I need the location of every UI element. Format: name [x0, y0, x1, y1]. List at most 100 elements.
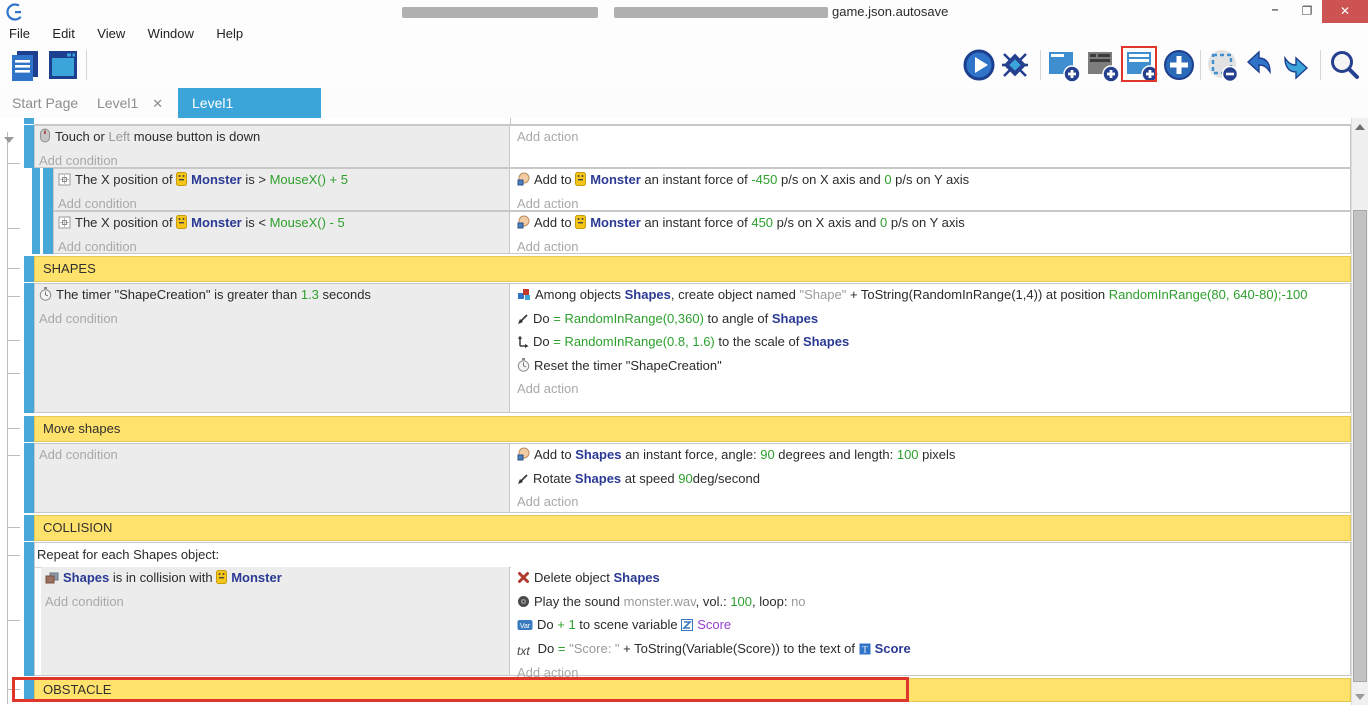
add-subevent-button[interactable] — [1124, 48, 1158, 84]
condition-line[interactable]: The X position of Monster is < MouseX() … — [58, 212, 505, 236]
action-line[interactable]: Do = RandomInRange(0,360) to angle of Sh… — [517, 308, 1342, 332]
condition-line[interactable]: Touch or Left mouse button is down — [39, 126, 505, 150]
vertical-scrollbar[interactable] — [1351, 118, 1368, 705]
group-header-shapes[interactable]: SHAPES — [34, 256, 1351, 282]
scroll-up-icon[interactable] — [1355, 124, 1365, 130]
event-text-segment: pixels — [919, 447, 956, 462]
action-line[interactable]: Delete object Shapes — [517, 567, 1342, 591]
redo-button[interactable] — [1279, 48, 1313, 84]
minimize-button[interactable]: – — [1258, 0, 1292, 23]
event-row[interactable]: Add condition Add to Shapes an instant fo… — [34, 443, 1351, 513]
scrollbar-thumb[interactable] — [1353, 210, 1367, 682]
add-event-button[interactable] — [1046, 48, 1080, 84]
undo-button[interactable] — [1242, 48, 1276, 84]
conditions-cell[interactable]: The timer "ShapeCreation" is greater tha… — [35, 284, 510, 412]
close-button[interactable]: ✕ — [1322, 0, 1368, 23]
action-line[interactable]: Do = RandomInRange(0.8, 1.6) to the scal… — [517, 331, 1342, 355]
condition-line[interactable]: Shapes is in collision with Monster — [45, 567, 505, 591]
conditions-cell[interactable]: Touch or Left mouse button is downAdd co… — [35, 126, 510, 167]
action-line[interactable]: VarDo + 1 to scene variable Score — [517, 614, 1342, 638]
group-header-obstacle[interactable]: OBSTACLE — [34, 678, 1351, 702]
monster-icon — [575, 171, 586, 193]
action-line[interactable]: Add to Shapes an instant force, angle: 9… — [517, 444, 1342, 468]
tab-level1[interactable]: Level1✕ — [97, 88, 163, 118]
action-line[interactable]: Add to Monster an instant force of 450 p… — [517, 212, 1342, 236]
menu-file[interactable]: File — [0, 24, 39, 43]
group-header-collision[interactable]: COLLISION — [34, 515, 1351, 541]
event-row[interactable]: The timer "ShapeCreation" is greater tha… — [34, 283, 1351, 413]
tab-start-page[interactable]: Start Page — [12, 88, 78, 118]
event-text-segment: The X position of — [75, 215, 176, 230]
add-comment-button[interactable] — [1085, 48, 1119, 84]
event-tree-tick — [7, 340, 20, 341]
menu-window[interactable]: Window — [139, 24, 203, 43]
events-sheet: Touch or Left mouse button is down Add co… — [0, 118, 1351, 705]
action-line[interactable]: Reset the timer "ShapeCreation" — [517, 355, 1342, 379]
add-condition-link[interactable]: Add condition — [58, 236, 505, 258]
action-line[interactable]: Among objects Shapes, create object name… — [517, 284, 1342, 308]
event-text-segment: + ToString(RandomInRange(1,4)) at positi… — [846, 287, 1108, 302]
menu-help[interactable]: Help — [207, 24, 252, 43]
conditions-cell[interactable]: Add condition — [35, 444, 510, 512]
action-line[interactable]: Play the sound monster.wav, vol.: 100, l… — [517, 591, 1342, 615]
event-text-segment: an instant force of — [641, 172, 752, 187]
actions-cell[interactable]: Add to Monster an instant force of -450 … — [511, 169, 1350, 210]
action-line[interactable]: txtDo = "Score: " + ToString(Variable(Sc… — [517, 638, 1342, 663]
event-text-segment: < — [258, 215, 269, 230]
add-action-link[interactable]: Add action — [517, 491, 1342, 513]
add-other-event-button[interactable] — [1162, 48, 1196, 84]
action-line[interactable]: Add to Monster an instant force of -450 … — [517, 169, 1342, 193]
actions-cell[interactable]: Among objects Shapes, create object name… — [511, 284, 1350, 412]
event-text-segment: monster.wav — [624, 594, 696, 609]
monster-icon — [176, 214, 187, 236]
menu-view[interactable]: View — [88, 24, 134, 43]
actions-cell[interactable]: Add to Monster an instant force of 450 p… — [511, 212, 1350, 253]
foreach-header[interactable]: Repeat for each Shapes object: — [35, 543, 1350, 568]
scroll-down-icon[interactable] — [1355, 694, 1365, 700]
actions-cell[interactable]: Delete object ShapesPlay the sound monst… — [511, 567, 1350, 675]
event-text-segment: p/s on Y axis — [892, 172, 970, 187]
add-condition-link[interactable]: Add condition — [39, 308, 505, 330]
maximize-button[interactable]: ❐ — [1292, 0, 1322, 23]
add-action-link[interactable]: Add action — [517, 378, 1342, 400]
tab-level1-events[interactable]: Level1 (Events)✕ — [178, 88, 321, 118]
monster-icon — [216, 569, 227, 591]
event-text-segment: Monster — [590, 215, 641, 230]
force-icon — [517, 214, 530, 236]
collapse-arrow-icon[interactable] — [4, 137, 14, 143]
event-row[interactable]: The X position of Monster is < MouseX() … — [53, 211, 1351, 254]
event-row[interactable]: The X position of Monster is > MouseX() … — [53, 168, 1351, 211]
delete-icon — [517, 569, 530, 591]
add-action-link[interactable]: Add action — [517, 236, 1342, 258]
event-row[interactable]: Repeat for each Shapes object:Shapes is … — [34, 542, 1351, 676]
conditions-cell[interactable]: The X position of Monster is > MouseX() … — [54, 169, 510, 210]
actions-cell[interactable]: Add to Shapes an instant force, angle: 9… — [511, 444, 1350, 512]
add-condition-link[interactable]: Add condition — [39, 444, 505, 466]
event-row[interactable]: Touch or Left mouse button is downAdd co… — [34, 125, 1351, 168]
actions-cell[interactable]: Add action — [511, 126, 1350, 167]
project-manager-button[interactable] — [8, 48, 42, 84]
force-icon — [517, 171, 530, 193]
start-page-button[interactable] — [46, 48, 80, 84]
play-button[interactable] — [962, 48, 996, 84]
event-text-segment: + 1 — [557, 617, 575, 632]
event-tree-tick — [7, 373, 20, 374]
group-header-move-shapes[interactable]: Move shapes — [34, 416, 1351, 442]
add-condition-link[interactable]: Add condition — [45, 591, 505, 613]
conditions-cell[interactable]: The X position of Monster is < MouseX() … — [54, 212, 510, 253]
event-text-segment: "Shape" — [800, 287, 847, 302]
menu-edit[interactable]: Edit — [43, 24, 83, 43]
condition-line[interactable]: The X position of Monster is > MouseX() … — [58, 169, 505, 193]
debug-button[interactable] — [998, 48, 1032, 84]
conditions-cell[interactable]: Shapes is in collision with MonsterAdd c… — [41, 567, 510, 675]
action-line[interactable]: Rotate Shapes at speed 90deg/second — [517, 468, 1342, 492]
event-text-segment: Shapes — [63, 570, 109, 585]
add-action-link[interactable]: Add action — [517, 126, 1342, 148]
unselect-all-button[interactable] — [1205, 48, 1239, 84]
position-icon — [58, 171, 71, 193]
tab-close-icon[interactable]: ✕ — [152, 96, 163, 111]
event-indent-bar — [43, 211, 53, 254]
search-button[interactable] — [1327, 48, 1361, 84]
event-tree-rail — [7, 132, 8, 704]
condition-line[interactable]: The timer "ShapeCreation" is greater tha… — [39, 284, 505, 308]
